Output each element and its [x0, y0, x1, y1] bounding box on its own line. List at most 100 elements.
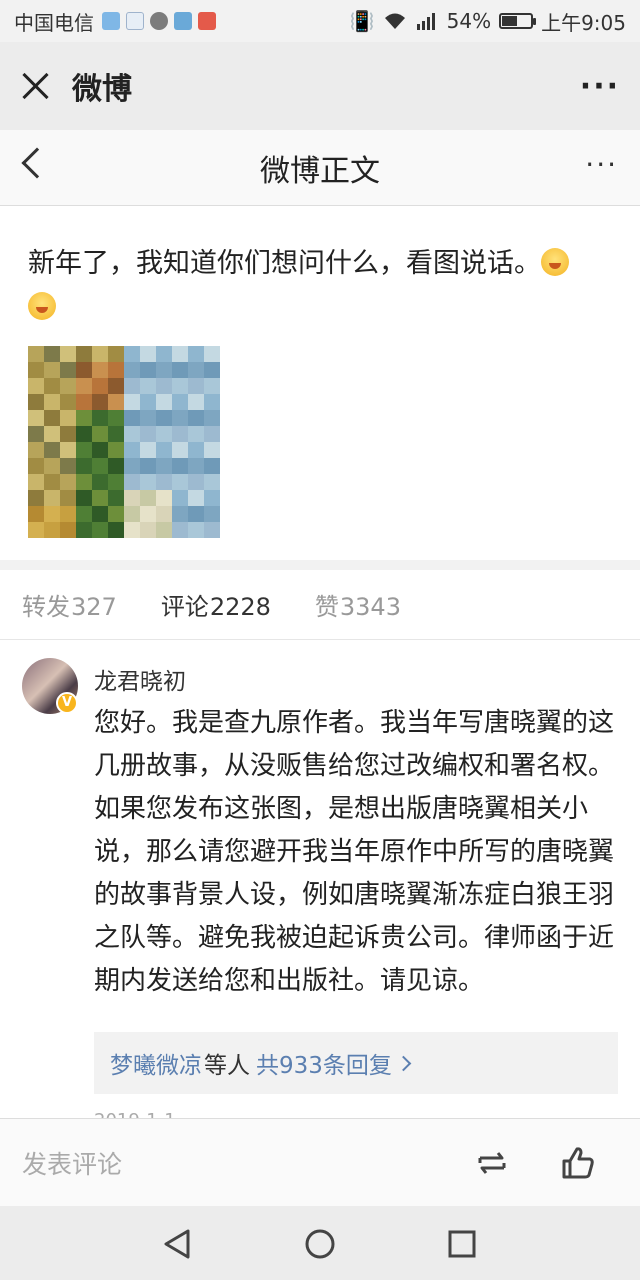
mosaic-tile: [44, 410, 60, 426]
comment-username[interactable]: 龙君晓初: [94, 662, 186, 696]
more-menu-button[interactable]: ···: [580, 69, 620, 104]
mosaic-tile: [140, 426, 156, 442]
repost-icon[interactable]: [472, 1143, 512, 1183]
mosaic-tile: [60, 426, 76, 442]
mosaic-tile: [140, 458, 156, 474]
mosaic-tile: [156, 362, 172, 378]
mosaic-tile: [76, 506, 92, 522]
home-circle-icon[interactable]: [304, 1228, 336, 1260]
tab-comments[interactable]: 评论2228: [161, 587, 271, 644]
app-icon: [126, 12, 144, 30]
mosaic-tile: [124, 378, 140, 394]
mosaic-tile: [108, 458, 124, 474]
comment-action-bar: 发表评论: [0, 1118, 640, 1206]
mosaic-tile: [60, 474, 76, 490]
mosaic-tile: [204, 394, 220, 410]
battery-icon: [499, 13, 537, 29]
mosaic-tile: [28, 426, 44, 442]
notification-icon: [102, 12, 120, 30]
mosaic-tile: [172, 378, 188, 394]
signal-icon: [416, 13, 435, 30]
close-icon[interactable]: [20, 71, 50, 101]
mosaic-tile: [60, 346, 76, 362]
mosaic-tile: [124, 458, 140, 474]
mosaic-tile: [172, 458, 188, 474]
mosaic-tile: [28, 490, 44, 506]
reply-middle-text: 等人: [204, 1053, 250, 1079]
mosaic-tile: [44, 474, 60, 490]
mosaic-tile: [124, 362, 140, 378]
mosaic-tile: [108, 426, 124, 442]
mosaic-tile: [156, 426, 172, 442]
mosaic-tile: [124, 506, 140, 522]
reply-count-link[interactable]: 共933条回复: [256, 1046, 392, 1080]
mosaic-tile: [156, 346, 172, 362]
mosaic-tile: [60, 458, 76, 474]
mosaic-tile: [188, 490, 204, 506]
mosaic-tile: [44, 458, 60, 474]
mosaic-tile: [92, 474, 108, 490]
mosaic-tile: [156, 410, 172, 426]
carrier-name: 中国电信: [14, 10, 94, 35]
mosaic-tile: [188, 474, 204, 490]
mosaic-tile: [172, 506, 188, 522]
mosaic-tile: [60, 490, 76, 506]
shushing-face-emoji: [541, 248, 569, 276]
mosaic-tile: [92, 410, 108, 426]
reply-user-link[interactable]: 梦曦微凉: [110, 1046, 202, 1080]
back-triangle-icon[interactable]: [162, 1228, 194, 1260]
mosaic-tile: [124, 474, 140, 490]
mosaic-tile: [28, 442, 44, 458]
mosaic-tile: [92, 522, 108, 538]
tab-label: 赞: [314, 593, 339, 621]
mosaic-tile: [44, 394, 60, 410]
comment-timestamp: 2019-1-1: [94, 1110, 176, 1118]
mosaic-tile: [60, 362, 76, 378]
mosaic-tile: [156, 522, 172, 538]
mosaic-tile: [92, 458, 108, 474]
mosaic-tile: [188, 362, 204, 378]
mosaic-tile: [156, 490, 172, 506]
comment-input[interactable]: 发表评论: [22, 1145, 122, 1181]
send-icon: [174, 12, 192, 30]
tab-reposts[interactable]: 转发327: [22, 587, 117, 622]
mosaic-tile: [76, 458, 92, 474]
tab-likes[interactable]: 赞3343: [315, 587, 401, 622]
mosaic-tile: [172, 346, 188, 362]
nav-more-button[interactable]: ···: [585, 148, 618, 181]
mosaic-tile: [28, 506, 44, 522]
mosaic-tile: [204, 362, 220, 378]
mosaic-tile: [76, 474, 92, 490]
mosaic-tile: [44, 442, 60, 458]
mosaic-tile: [60, 442, 76, 458]
mosaic-tile: [92, 378, 108, 394]
pixelated-illustration[interactable]: [28, 346, 220, 538]
mosaic-tile: [172, 426, 188, 442]
replies-summary[interactable]: 梦曦微凉 等人 共933条回复: [94, 1032, 618, 1094]
mosaic-tile: [172, 410, 188, 426]
mosaic-tile: [124, 522, 140, 538]
mosaic-tile: [76, 362, 92, 378]
mosaic-tile: [140, 346, 156, 362]
mosaic-tile: [188, 426, 204, 442]
recents-square-icon[interactable]: [446, 1228, 478, 1260]
mosaic-tile: [124, 346, 140, 362]
mosaic-tile: [172, 394, 188, 410]
mosaic-tile: [124, 394, 140, 410]
mosaic-tile: [204, 426, 220, 442]
mosaic-tile: [172, 362, 188, 378]
status-right: 📳 54% 上午9:05: [350, 7, 626, 36]
mosaic-tile: [28, 474, 44, 490]
mosaic-tile: [44, 346, 60, 362]
mosaic-tile: [76, 346, 92, 362]
mosaic-tile: [108, 362, 124, 378]
mosaic-tile: [140, 474, 156, 490]
back-icon[interactable]: [21, 147, 53, 179]
mosaic-tile: [108, 522, 124, 538]
mosaic-tile: [44, 506, 60, 522]
mosaic-tile: [44, 378, 60, 394]
mosaic-tile: [44, 522, 60, 538]
mosaic-tile: [204, 378, 220, 394]
like-icon[interactable]: [558, 1143, 598, 1183]
post-image[interactable]: [28, 346, 220, 538]
